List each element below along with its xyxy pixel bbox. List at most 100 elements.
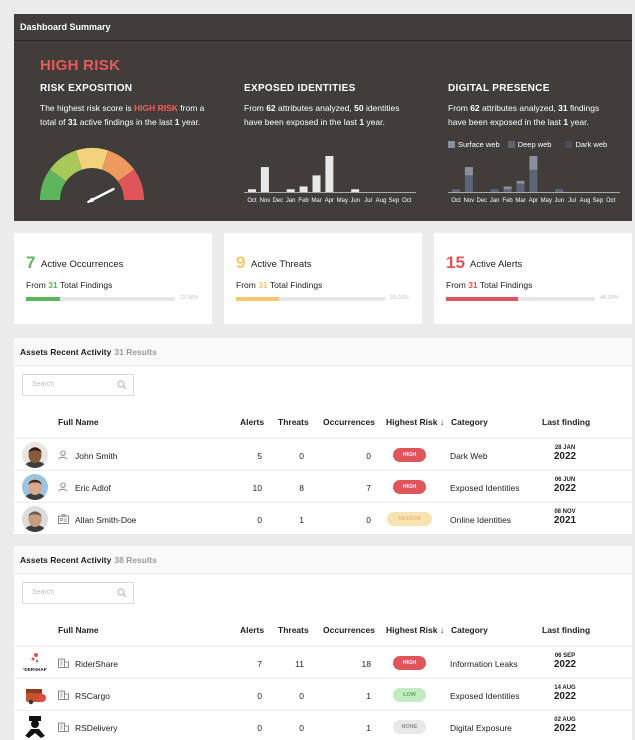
exposed-identities-chart: Oct Nov Dec Jan Feb Mar Apr May Jun Jul Aug Sep Oct xyxy=(244,156,416,204)
alerts-progress xyxy=(446,297,595,301)
svg-text:RIDERSHARE: RIDERSHARE xyxy=(22,667,48,672)
x-tick-label: Dec xyxy=(272,198,283,204)
row-full-name[interactable]: RSDelivery xyxy=(75,723,118,733)
occurrences-percent: 22.58% xyxy=(180,295,199,301)
row-threats: 0 xyxy=(299,451,304,461)
table-row[interactable]: John Smith 5 0 0 HIGH Dark Web 28 JAN 202… xyxy=(14,438,632,470)
row-alerts: 0 xyxy=(257,691,262,701)
search-input[interactable]: Search xyxy=(22,374,134,396)
x-tick-label: Aug xyxy=(376,198,387,204)
bar[interactable] xyxy=(516,180,525,184)
col-category[interactable]: Category xyxy=(451,625,488,635)
col-alerts[interactable]: Alerts xyxy=(240,625,264,635)
bar[interactable] xyxy=(529,169,538,192)
table-row[interactable]: RIDERSHARE RiderShare 7 11 18 HIGH Infor… xyxy=(14,646,632,678)
bar[interactable] xyxy=(248,189,256,192)
card-active-alerts[interactable]: 15 Active Alerts From 31 Total Findings … xyxy=(434,233,632,324)
row-occurrences: 1 xyxy=(366,691,371,701)
risk-badge: NONE xyxy=(393,720,426,734)
bar[interactable] xyxy=(312,175,321,192)
threats-percent: 29.03% xyxy=(390,295,409,301)
threats-count: 9 xyxy=(236,253,246,272)
bar[interactable] xyxy=(464,175,473,192)
x-tick-label: Dec xyxy=(476,198,487,204)
x-tick-label: Jun xyxy=(554,198,564,204)
card-active-occurrences[interactable]: 7 Active Occurrences From 31 Total Findi… xyxy=(14,233,212,324)
bar[interactable] xyxy=(529,156,538,170)
avatar xyxy=(22,682,48,708)
col-category[interactable]: Category xyxy=(451,417,488,427)
col-occurrences[interactable]: Occurrences xyxy=(323,417,375,427)
table-row[interactable]: RSDelivery 0 0 1 NONE Digital Exposure 0… xyxy=(14,710,632,740)
x-tick-label: Oct xyxy=(606,198,616,204)
bar[interactable] xyxy=(351,189,360,192)
col-threats[interactable]: Threats xyxy=(278,417,309,427)
bar[interactable] xyxy=(452,189,460,192)
col-full-name[interactable]: Full Name xyxy=(58,625,99,635)
col-full-name[interactable]: Full Name xyxy=(58,417,99,427)
row-full-name[interactable]: RSCargo xyxy=(75,691,110,701)
x-tick-label: Sep xyxy=(593,198,604,204)
threats-label: Active Threats xyxy=(251,259,312,270)
table-row[interactable]: Eric Adlof 10 8 7 HIGH Exposed Identitie… xyxy=(14,470,632,502)
col-highest-risk[interactable]: Highest Risk ↓ xyxy=(386,417,444,427)
x-tick-label: Aug xyxy=(580,198,591,204)
occurrences-from: From 31 Total Findings xyxy=(26,280,113,290)
row-alerts: 5 xyxy=(257,451,262,461)
col-last-finding[interactable]: Last finding xyxy=(542,625,590,635)
summary-title: Dashboard Summary xyxy=(14,14,632,41)
legend-deep-web: Deep web xyxy=(507,140,551,149)
x-tick-label: Nov xyxy=(464,198,475,204)
x-tick-label: Apr xyxy=(325,198,334,204)
bar[interactable] xyxy=(286,189,295,192)
avatar: RIDERSHARE xyxy=(22,650,48,676)
row-full-name[interactable]: John Smith xyxy=(75,451,118,461)
bar[interactable] xyxy=(490,189,499,192)
x-tick-label: Jan xyxy=(490,198,500,204)
risk-exposition-text: The highest risk score is HIGH RISK from… xyxy=(40,103,205,127)
avatar xyxy=(22,442,48,468)
col-highest-risk[interactable]: Highest Risk ↓ xyxy=(386,625,444,635)
row-alerts: 10 xyxy=(252,483,262,493)
risk-level-title: HIGH RISK xyxy=(40,57,121,74)
col-occurrences[interactable]: Occurrences xyxy=(323,625,375,635)
bar[interactable] xyxy=(299,186,308,192)
digital-presence-text: From 62 attributes analyzed, 31 findings… xyxy=(448,103,600,127)
table-header: Full Name Alerts Threats Occurrences Hig… xyxy=(14,408,632,440)
row-alerts: 0 xyxy=(257,723,262,733)
row-last-finding: 14 AUG 2022 xyxy=(553,685,577,702)
bar[interactable] xyxy=(516,183,525,192)
threats-progress xyxy=(236,297,385,301)
legend-dark-web: Dark web xyxy=(565,140,607,149)
building-icon xyxy=(58,658,69,670)
card-active-threats[interactable]: 9 Active Threats From 31 Total Findings … xyxy=(224,233,422,324)
col-alerts[interactable]: Alerts xyxy=(240,417,264,427)
row-occurrences: 0 xyxy=(366,451,371,461)
x-tick-label: May xyxy=(337,198,348,204)
row-full-name[interactable]: Eric Adlof xyxy=(75,483,111,493)
table-row[interactable]: Allan Smith-Doe 0 1 0 MEDIUM Online Iden… xyxy=(14,502,632,534)
alerts-percent: 48.39% xyxy=(600,295,619,301)
panel-title: Assets Recent Activity 31 Results xyxy=(14,338,632,366)
threats-from: From 31 Total Findings xyxy=(236,280,323,290)
sort-arrow-icon: ↓ xyxy=(439,417,445,427)
risk-badge: MEDIUM xyxy=(387,512,432,526)
bar[interactable] xyxy=(555,189,564,192)
bar[interactable] xyxy=(503,186,512,190)
search-input[interactable]: Search xyxy=(22,582,134,604)
col-last-finding[interactable]: Last finding xyxy=(542,417,590,427)
col-threats[interactable]: Threats xyxy=(278,625,309,635)
bar[interactable] xyxy=(464,167,473,176)
bar[interactable] xyxy=(503,189,512,192)
x-tick-label: Mar xyxy=(311,198,321,204)
avatar xyxy=(22,714,48,740)
bar[interactable] xyxy=(260,167,269,192)
x-tick-label: Oct xyxy=(402,198,412,204)
x-tick-label: Oct xyxy=(451,198,461,204)
row-full-name[interactable]: RiderShare xyxy=(75,659,118,669)
bar[interactable] xyxy=(325,156,334,192)
occurrences-label: Active Occurrences xyxy=(41,259,124,270)
row-last-finding: 08 NOV 2021 xyxy=(553,509,577,526)
table-row[interactable]: RSCargo 0 0 1 LOW Exposed Identities 14 … xyxy=(14,678,632,710)
row-full-name[interactable]: Allan Smith-Doe xyxy=(75,515,136,525)
